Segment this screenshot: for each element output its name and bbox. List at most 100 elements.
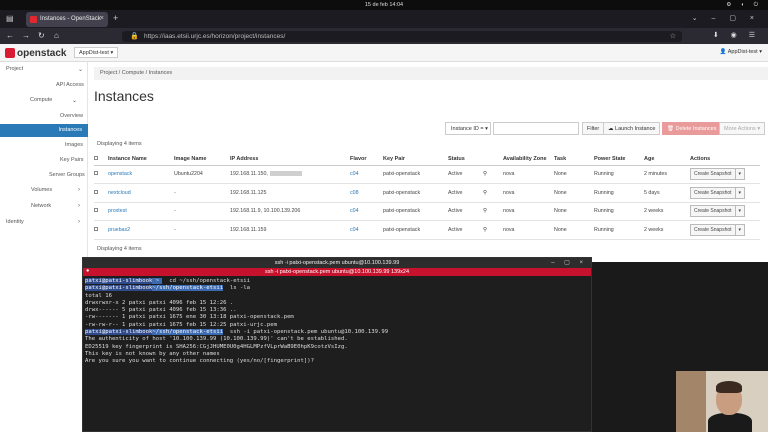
ip-address: 192.168.11.125 bbox=[230, 183, 350, 203]
flavor-link[interactable]: c04 bbox=[350, 202, 383, 221]
sidebar-item-server-groups[interactable]: Server Groups bbox=[49, 172, 85, 178]
project-selector[interactable]: AppDist-test ▾ bbox=[74, 47, 118, 58]
toolbar-extension-icons[interactable]: ⬇ ◉ ☰ bbox=[713, 31, 760, 39]
openstack-logo[interactable]: openstack bbox=[5, 48, 66, 59]
sidebar-item-api-access[interactable]: API Access bbox=[56, 82, 84, 88]
actions-dropdown-icon[interactable]: ▾ bbox=[734, 223, 746, 236]
main-content: Project / Compute / Instances Instances … bbox=[88, 62, 768, 262]
col-task[interactable]: Task bbox=[554, 153, 594, 166]
row-checkbox[interactable] bbox=[94, 220, 108, 240]
system-tray-icons[interactable]: ⚙ ◖ ⏻ bbox=[726, 2, 762, 9]
prompt-path: ~/ssh/openstack-etsii bbox=[152, 329, 224, 336]
ip-address: 192.168.11.150, bbox=[230, 171, 268, 178]
ip-address: 192.168.11.9, 10.100.139.206 bbox=[230, 202, 350, 221]
breadcrumb-compute[interactable]: Compute bbox=[122, 70, 144, 76]
more-actions-button[interactable]: More Actions ▾ bbox=[719, 122, 766, 135]
sidebar-item-volumes[interactable]: Volumes › bbox=[31, 187, 80, 193]
back-icon[interactable]: ← bbox=[6, 31, 14, 40]
row-checkbox[interactable] bbox=[94, 183, 108, 203]
col-availability-zone[interactable]: Availability Zone bbox=[503, 153, 554, 166]
locked-icon[interactable]: ⚲ bbox=[483, 165, 503, 184]
flavor-link[interactable]: c04 bbox=[350, 165, 383, 184]
col-age[interactable]: Age bbox=[644, 153, 690, 166]
select-all-checkbox[interactable] bbox=[94, 153, 108, 166]
col-flavor[interactable]: Flavor bbox=[350, 153, 383, 166]
reload-icon[interactable]: ↻ bbox=[38, 31, 45, 40]
sidebar-item-instances[interactable]: Instances bbox=[0, 124, 88, 137]
actions-dropdown-icon[interactable]: ▾ bbox=[734, 186, 746, 199]
openstack-favicon-icon bbox=[30, 16, 37, 23]
tab-list-icon[interactable]: ▤ bbox=[6, 14, 14, 23]
bookmark-star-icon[interactable]: ☆ bbox=[670, 32, 676, 40]
create-snapshot-button[interactable]: Create Snapshot bbox=[690, 223, 736, 236]
flavor-link[interactable]: c04 bbox=[350, 220, 383, 240]
col-instance-name[interactable]: Instance Name bbox=[108, 153, 174, 166]
user-icon: 👤 bbox=[719, 49, 727, 55]
sidebar-item-label: Project bbox=[6, 66, 24, 72]
window-controls[interactable]: ⌄ – ▢ × bbox=[692, 14, 760, 22]
sidebar-item-project[interactable]: Project ⌄ bbox=[6, 66, 83, 73]
actions-dropdown-icon[interactable]: ▾ bbox=[734, 168, 746, 181]
age: 2 weeks bbox=[644, 220, 690, 240]
terminal-line: patxi@patxi-slimbook~/ssh/openstack-etsi… bbox=[85, 285, 589, 292]
col-image-name[interactable]: Image Name bbox=[174, 153, 230, 166]
forward-icon[interactable]: → bbox=[22, 31, 30, 40]
locked-icon[interactable]: ⚲ bbox=[483, 202, 503, 221]
filter-button[interactable]: Filter bbox=[582, 122, 605, 135]
terminal-window[interactable]: ssh -i patxi-openstack.pem ubuntu@10.100… bbox=[82, 257, 592, 432]
filter-input[interactable] bbox=[493, 122, 579, 135]
create-snapshot-button[interactable]: Create Snapshot bbox=[690, 205, 736, 218]
col-ip-address[interactable]: IP Address bbox=[230, 153, 350, 166]
create-snapshot-button[interactable]: Create Snapshot bbox=[690, 168, 736, 181]
user-menu[interactable]: 👤 AppDist-test ▾ bbox=[720, 49, 762, 55]
delete-instances-button[interactable]: 🗑 Delete Instances bbox=[662, 122, 722, 135]
row-checkbox[interactable] bbox=[94, 165, 108, 184]
col-power-state[interactable]: Power State bbox=[594, 153, 644, 166]
terminal-output[interactable]: patxi@patxi-slimbook ~ cd ~/ssh/openstac… bbox=[85, 278, 589, 366]
instance-name-link[interactable]: pruebas2 bbox=[108, 220, 174, 240]
lock-icon: 🔒 bbox=[130, 33, 139, 40]
sidebar-item-key-pairs[interactable]: Key Pairs bbox=[60, 157, 84, 163]
new-tab-icon[interactable]: + bbox=[113, 13, 118, 23]
launch-instance-button[interactable]: ☁ Launch Instance bbox=[603, 122, 661, 135]
flavor-link[interactable]: c08 bbox=[350, 183, 383, 203]
col-key-pair[interactable]: Key Pair bbox=[383, 153, 448, 166]
browser-tab[interactable]: Instances - OpenStack × bbox=[26, 12, 108, 27]
terminal-window-controls[interactable]: – ▢ × bbox=[551, 259, 587, 266]
url-bar[interactable]: 🔒 https://iaas.etsii.urjc.es/horizon/pro… bbox=[122, 31, 682, 42]
sidebar-item-identity[interactable]: Identity › bbox=[6, 219, 80, 225]
actions-cell: Create Snapshot ▾ bbox=[690, 202, 760, 221]
instance-name-link[interactable]: nextcloud bbox=[108, 183, 174, 203]
chevron-down-icon: ⌄ bbox=[78, 67, 84, 73]
delete-instances-label: Delete Instances bbox=[675, 126, 717, 132]
instance-name-link[interactable]: proxtest bbox=[108, 202, 174, 221]
sidebar-item-images[interactable]: Images bbox=[65, 142, 83, 148]
sidebar-item-overview[interactable]: Overview bbox=[60, 113, 83, 119]
key-pair: patxi-openstack bbox=[383, 183, 448, 203]
locked-icon[interactable]: ⚲ bbox=[483, 183, 503, 203]
sidebar-item-label: Compute bbox=[30, 97, 53, 103]
create-snapshot-button[interactable]: Create Snapshot bbox=[690, 186, 736, 199]
system-clock[interactable]: 15 de feb 14:04 bbox=[0, 2, 768, 8]
age: 5 days bbox=[644, 183, 690, 203]
locked-icon[interactable]: ⚲ bbox=[483, 220, 503, 240]
table-row: nextcloud - 192.168.11.125 c08 patxi-ope… bbox=[94, 183, 760, 203]
terminal-title-bar: ssh -i patxi-openstack.pem ubuntu@10.100… bbox=[83, 258, 591, 268]
filter-field-select[interactable]: Instance ID = ▾ bbox=[445, 122, 491, 135]
status: Active bbox=[448, 183, 483, 203]
col-status[interactable]: Status bbox=[448, 153, 483, 166]
close-tab-icon[interactable]: × bbox=[100, 15, 104, 22]
terminal-tab[interactable]: ● ssh -i patxi-openstack.pem ubuntu@10.1… bbox=[83, 268, 591, 276]
sidebar-item-compute[interactable]: Compute ⌄ bbox=[30, 97, 77, 104]
items-count: Displaying 4 items bbox=[97, 141, 142, 147]
breadcrumb-project[interactable]: Project bbox=[100, 70, 117, 76]
bookshelf bbox=[676, 371, 706, 432]
instance-name-link[interactable]: openstack bbox=[108, 165, 174, 184]
row-checkbox[interactable] bbox=[94, 202, 108, 221]
home-icon[interactable]: ⌂ bbox=[54, 31, 59, 40]
task: None bbox=[554, 202, 594, 221]
terminal-line: -rw-rw-r-- 1 patxi patxi 1675 feb 15 12:… bbox=[85, 321, 277, 328]
actions-dropdown-icon[interactable]: ▾ bbox=[734, 205, 746, 218]
user-menu-label: AppDist-test ▾ bbox=[727, 49, 762, 55]
sidebar-item-network[interactable]: Network › bbox=[31, 203, 80, 209]
